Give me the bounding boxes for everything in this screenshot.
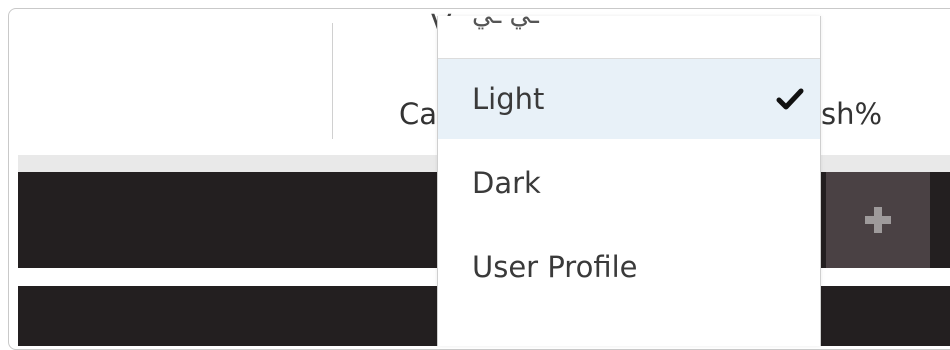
add-button[interactable]	[826, 172, 930, 268]
menu-item-label: User Profile	[472, 250, 638, 284]
menu-item-dark[interactable]: Dark	[438, 143, 820, 223]
menu-item-label: Dark	[472, 166, 541, 200]
stat-label-right: sh%	[821, 97, 883, 131]
menu-item-label: Light	[472, 82, 545, 116]
menu-item-user-profile[interactable]: User Profile	[438, 227, 820, 307]
checkmark-icon	[776, 88, 804, 110]
vertical-divider	[332, 23, 333, 139]
partial-item-label: ـي ـي	[472, 0, 539, 30]
menu-item-light[interactable]: Light	[438, 59, 820, 139]
plus-icon	[865, 207, 891, 233]
stat-label-left: Ca	[399, 97, 438, 131]
dropdown-partial-item[interactable]: ـي ـي	[438, 0, 820, 59]
theme-dropdown-menu: ـي ـي Light Dark User Profile	[437, 0, 821, 346]
